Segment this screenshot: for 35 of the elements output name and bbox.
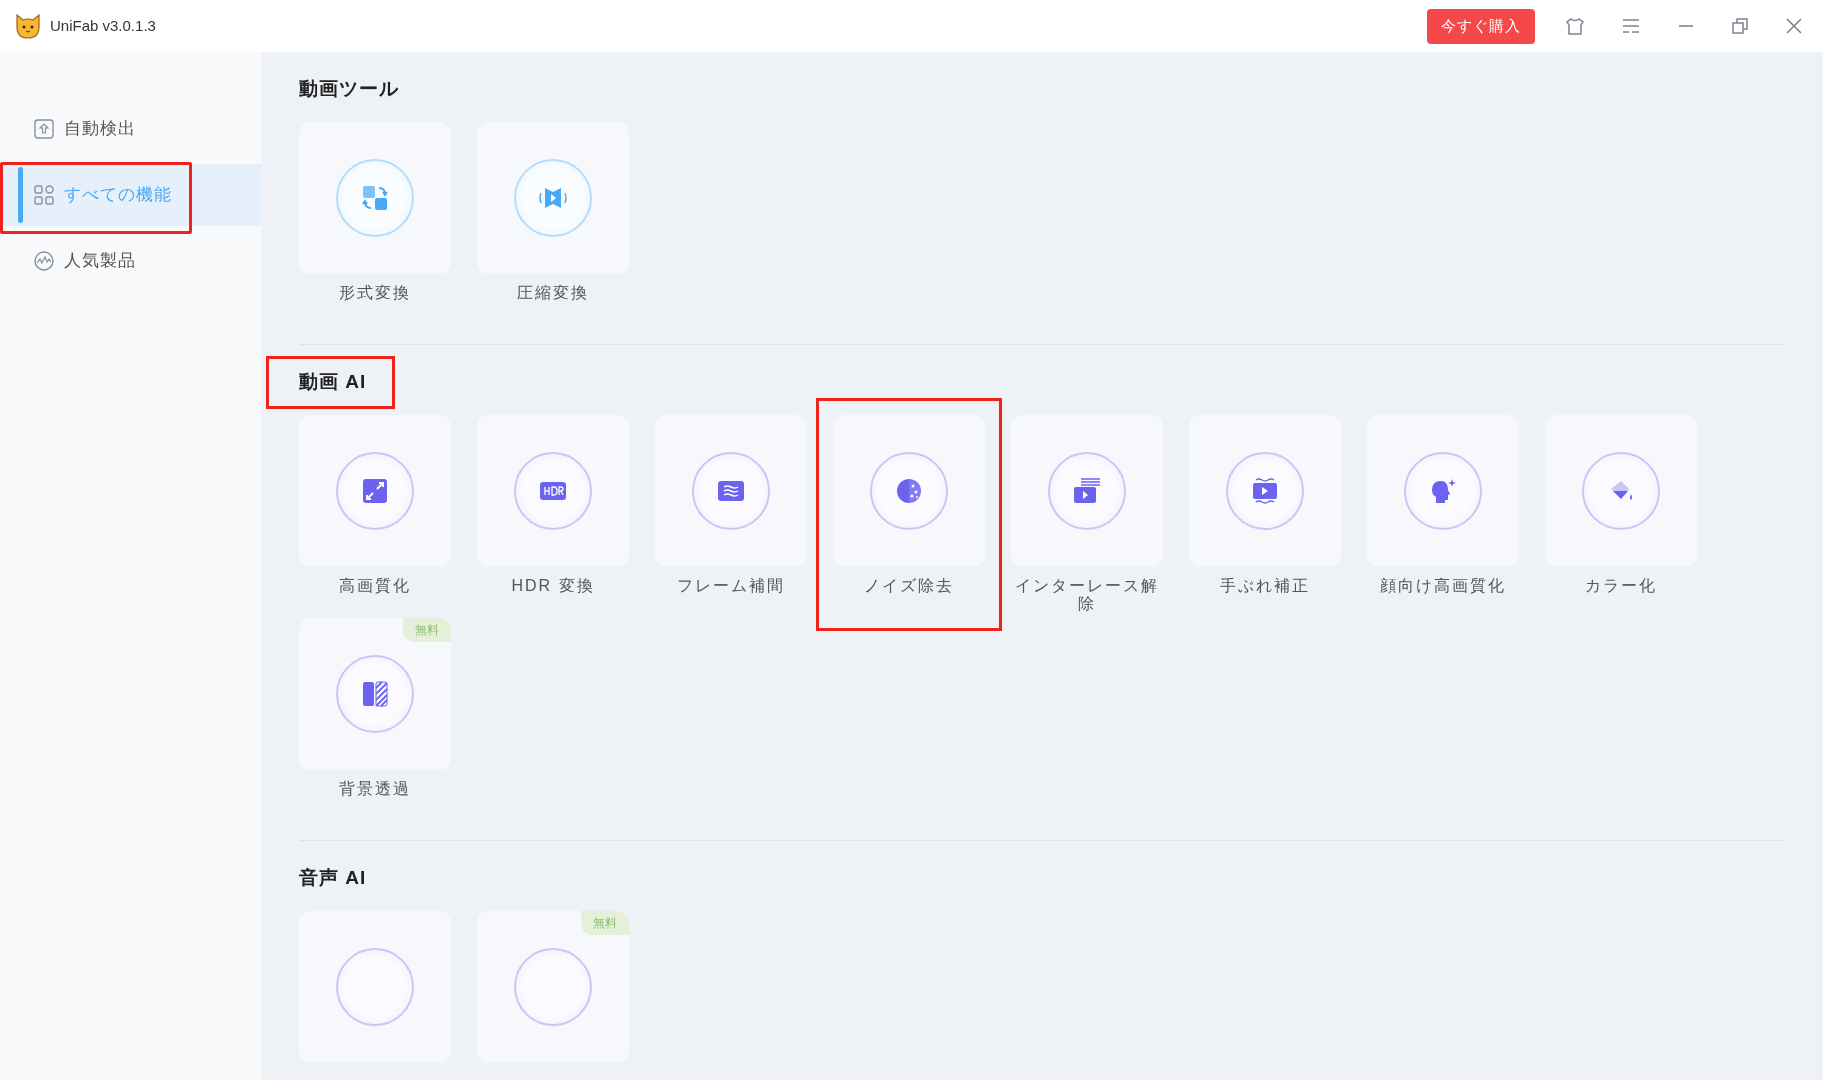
app-title: UniFab v3.0.1.3 bbox=[50, 15, 156, 36]
tool-label: 形式変換 bbox=[338, 284, 412, 303]
sidebar-item[interactable]: 自動検出 bbox=[0, 98, 262, 160]
face-sparkle-icon bbox=[1429, 477, 1457, 505]
upload-icon bbox=[34, 119, 54, 139]
buy-now-button[interactable]: 今すぐ購入 bbox=[1427, 8, 1535, 44]
section-heading: 動画 AI bbox=[269, 359, 393, 406]
tool-label: 圧縮変換 bbox=[516, 284, 590, 303]
tool-label: 顔向け高画質化 bbox=[1379, 577, 1507, 596]
sidebar-item[interactable]: すべての機能 bbox=[0, 164, 262, 226]
section-heading: 動画ツール bbox=[299, 78, 399, 101]
sidebar-item[interactable]: 人気製品 bbox=[0, 230, 262, 292]
section-heading: 音声 AI bbox=[299, 866, 367, 890]
tool-card[interactable]: 無料 bbox=[299, 617, 451, 770]
tool-label: 手ぶれ補正 bbox=[1219, 577, 1311, 596]
pulse-icon bbox=[34, 251, 54, 271]
tool-label: インターレース解除 bbox=[1014, 577, 1160, 614]
transparency-icon bbox=[361, 679, 389, 708]
tool-label: HDR 変換 bbox=[510, 577, 596, 596]
tool-card[interactable]: 無料 bbox=[477, 910, 629, 1063]
tool-label: カラー化 bbox=[1584, 577, 1658, 596]
stabilize-icon bbox=[1251, 477, 1279, 505]
tool-card[interactable] bbox=[299, 415, 451, 567]
noise-icon bbox=[895, 477, 923, 505]
tool-label: ノイズ除去 bbox=[863, 577, 955, 596]
grid-icon bbox=[34, 185, 54, 205]
expand-icon bbox=[361, 477, 389, 505]
free-tag: 無料 bbox=[403, 617, 451, 642]
video-lines-icon bbox=[1073, 477, 1101, 505]
tool-label: 高画質化 bbox=[338, 577, 412, 596]
tool-label: 背景透過 bbox=[338, 779, 412, 799]
swap-icon bbox=[361, 184, 389, 212]
tool-label: フレーム補間 bbox=[676, 577, 786, 596]
cat-logo-icon bbox=[14, 13, 42, 39]
free-tag: 無料 bbox=[581, 910, 629, 935]
